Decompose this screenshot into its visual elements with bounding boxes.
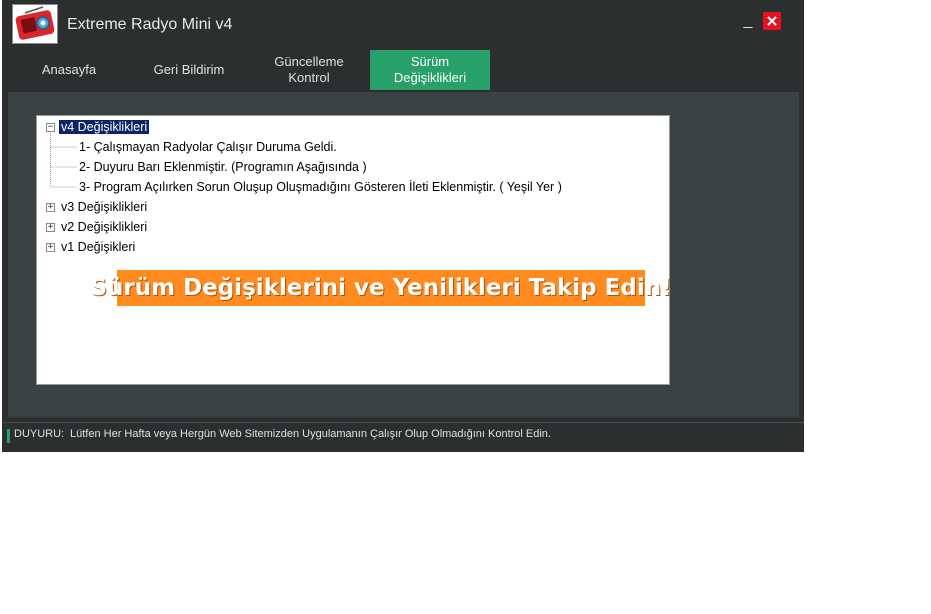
tree-node-v2[interactable]: v2 Değişiklikleri <box>61 219 147 235</box>
app-window: Extreme Radyo Mini v4 _ Anasayfa Geri Bi… <box>2 0 804 452</box>
status-text: Lütfen Her Hafta veya Hergün Web Sitemiz… <box>70 428 551 440</box>
status-label: DUYURU: <box>14 428 65 440</box>
tab-surum-degisiklikleri[interactable]: Sürüm Değişiklikleri <box>370 50 490 90</box>
title-bar: Extreme Radyo Mini v4 _ <box>2 0 804 50</box>
tab-geri-bildirim[interactable]: Geri Bildirim <box>130 50 248 90</box>
minimize-icon: _ <box>743 12 753 29</box>
close-button[interactable] <box>763 12 781 30</box>
announcement-bar: DUYURU: Lütfen Her Hafta veya Hergün Web… <box>2 422 804 447</box>
close-icon <box>767 16 777 26</box>
tab-label: Geri Bildirim <box>153 62 225 77</box>
status-indicator <box>7 429 10 443</box>
tab-guncelleme-kontrol[interactable]: Güncelleme Kontrol <box>250 50 368 90</box>
tab-label: Sürüm Değişiklikleri <box>393 54 467 85</box>
tab-label: Güncelleme Kontrol <box>274 54 344 85</box>
content-panel: − v4 Değişiklikleri 1- Çalışmayan Radyol… <box>8 92 799 417</box>
minimize-button[interactable]: _ <box>741 12 755 30</box>
tree-leaf[interactable]: 3- Program Açılırken Sorun Oluşup Oluşma… <box>79 179 562 195</box>
changelog-tree[interactable]: − v4 Değişiklikleri 1- Çalışmayan Radyol… <box>36 115 672 385</box>
tree-node-v1[interactable]: v1 Değişikleri <box>61 239 135 255</box>
tab-label: Anasayfa <box>41 62 97 77</box>
promo-banner: Sürüm Değişiklerini ve Yenilikleri Takip… <box>90 270 672 306</box>
tree-expand-icon[interactable]: + <box>46 203 55 212</box>
tab-bar: Anasayfa Geri Bildirim Güncelleme Kontro… <box>2 50 804 90</box>
tree-expand-icon[interactable]: + <box>46 223 55 232</box>
tree-leaf[interactable]: 1- Çalışmayan Radyolar Çalışır Duruma Ge… <box>79 139 337 155</box>
tree-expand-icon[interactable]: + <box>46 243 55 252</box>
window-title: Extreme Radyo Mini v4 <box>67 16 233 33</box>
tree-node-v3[interactable]: v3 Değişiklikleri <box>61 199 147 215</box>
radio-app-icon <box>12 4 58 44</box>
tab-anasayfa[interactable]: Anasayfa <box>10 50 128 90</box>
tree-leaf[interactable]: 2- Duyuru Barı Eklenmiştir. (Programın A… <box>79 159 367 175</box>
